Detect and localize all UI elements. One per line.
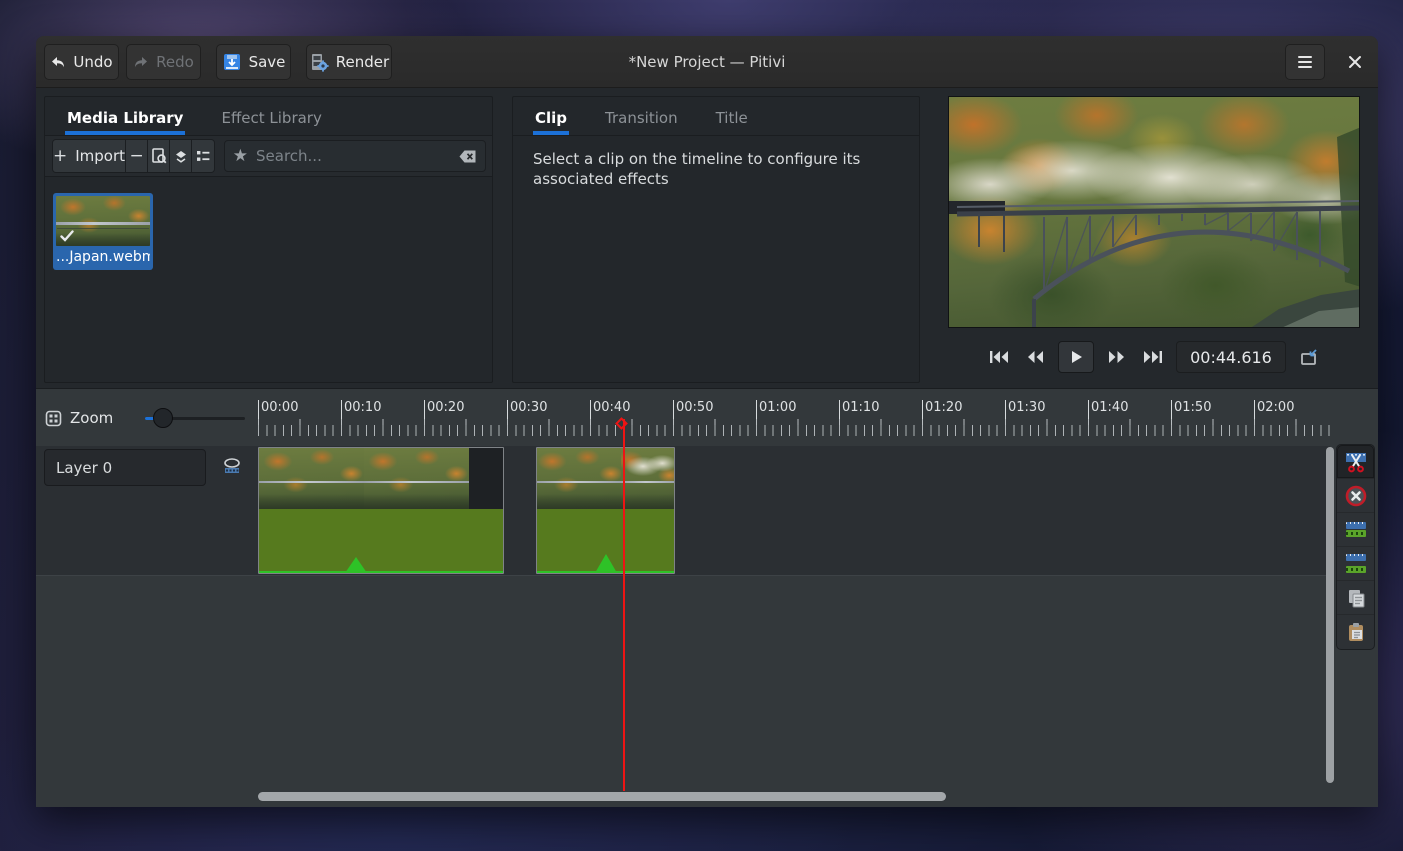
clip-config-panel: Clip Transition Title Select a clip on t… [512, 96, 920, 383]
layer-row: Layer 0 [36, 446, 1330, 576]
split-scissors-icon [1344, 450, 1368, 474]
tab-clip[interactable]: Clip [533, 97, 569, 135]
delete-icon [1345, 485, 1367, 507]
paste-icon [1345, 621, 1367, 643]
render-button[interactable]: Render [306, 44, 392, 80]
clip1-audio-track [259, 509, 503, 573]
header-bar: *New Project — Pitivi Undo Redo Save [36, 36, 1378, 88]
star-filter-icon: ★ [233, 146, 248, 166]
copy-icon [1345, 587, 1367, 609]
viewer-preview[interactable] [948, 96, 1360, 328]
minus-icon: − [129, 146, 143, 166]
layers-icon [172, 147, 190, 165]
tab-effect-library[interactable]: Effect Library [219, 97, 323, 135]
go-start-icon [988, 348, 1010, 366]
timeline-clip-1[interactable] [258, 447, 504, 574]
group-clips-button[interactable] [1337, 513, 1374, 547]
zoom-fit-icon[interactable] [45, 410, 62, 427]
play-button[interactable] [1058, 341, 1094, 373]
clear-search-icon[interactable] [458, 149, 477, 164]
timeline-ruler[interactable]: 00:00 00:10 00:20 00:30 00:40 00:50 01:0… [258, 396, 1330, 441]
save-button[interactable]: Save [216, 44, 291, 80]
copy-clips-button[interactable] [1337, 581, 1374, 615]
undo-icon [50, 54, 66, 70]
delete-clip-button[interactable] [1337, 479, 1374, 513]
menu-button[interactable] [1285, 44, 1325, 80]
group-icon [1346, 522, 1366, 537]
play-icon [1068, 349, 1084, 365]
search-box: ★ [224, 140, 486, 172]
list-view-icon [194, 147, 212, 165]
timeline-toolbar [1336, 444, 1375, 650]
list-view-button[interactable] [192, 140, 214, 172]
bridge-scene [949, 97, 1360, 328]
zoom-slider[interactable] [145, 408, 245, 428]
layer-name: Layer 0 [56, 459, 112, 477]
seek-backward-icon [1025, 348, 1045, 366]
tab-transition[interactable]: Transition [603, 97, 680, 135]
seek-forward-button[interactable] [1104, 344, 1130, 370]
undock-icon [1299, 348, 1319, 366]
layer-name-box[interactable]: Layer 0 [44, 449, 206, 486]
media-asset-name: ...Japan.webm [56, 249, 150, 265]
undo-button[interactable]: Undo [44, 44, 119, 80]
media-library-panel: Media Library Effect Library + Import − [44, 96, 493, 383]
effects-hint-text: Select a clip on the timeline to configu… [513, 136, 913, 203]
media-asset-japan-webm[interactable]: ...Japan.webm [53, 193, 153, 270]
import-button[interactable]: + Import [53, 140, 126, 172]
transport-controls [948, 340, 1360, 374]
zoom-controls: Zoom [36, 393, 258, 443]
timecode-entry[interactable] [1176, 341, 1286, 373]
clip1-video-track [259, 448, 503, 509]
pitivi-window: *New Project — Pitivi Undo Redo Save [36, 36, 1378, 807]
zoom-slider-knob[interactable] [153, 408, 173, 428]
redo-icon [133, 54, 149, 70]
tab-media-library[interactable]: Media Library [65, 97, 185, 135]
render-icon [309, 52, 329, 72]
search-input[interactable] [256, 147, 450, 165]
tab-title[interactable]: Title [714, 97, 750, 135]
seek-forward-icon [1107, 348, 1127, 366]
insert-at-end-button[interactable] [170, 140, 192, 172]
remove-asset-button[interactable]: − [126, 140, 148, 172]
playhead[interactable] [623, 419, 625, 791]
go-start-button[interactable] [986, 344, 1012, 370]
media-toolbar: + Import − [45, 136, 492, 177]
timeline-horizontal-scrollbar[interactable] [258, 792, 946, 801]
seek-backward-button[interactable] [1022, 344, 1048, 370]
timeline-clip-2[interactable] [536, 447, 675, 574]
ungroup-clips-button[interactable] [1337, 547, 1374, 581]
waveform-peak [595, 554, 617, 573]
zoom-label: Zoom [70, 409, 113, 427]
save-icon [222, 52, 242, 72]
clip-panel-tabs: Clip Transition Title [513, 97, 919, 136]
hamburger-icon [1298, 53, 1312, 71]
timeline-track[interactable] [258, 446, 1330, 576]
undock-viewer-button[interactable] [1296, 344, 1322, 370]
waveform-peak [345, 557, 367, 573]
close-button[interactable] [1339, 44, 1371, 80]
ungroup-icon [1346, 554, 1366, 573]
media-asset-thumbnail [56, 196, 150, 246]
plus-icon: + [53, 146, 67, 166]
go-end-icon [1142, 348, 1164, 366]
checkmark-icon [60, 230, 74, 242]
clip2-audio-track [537, 509, 674, 573]
clip2-video-track [537, 448, 674, 509]
media-library-tabs: Media Library Effect Library [45, 97, 492, 136]
redo-button[interactable]: Redo [126, 44, 201, 80]
clip-properties-button[interactable] [148, 140, 170, 172]
document-preview-icon [150, 147, 168, 165]
timeline-area: Zoom 00:00 00:10 00:20 00:30 00:40 00:50… [36, 388, 1378, 807]
timeline-vertical-scrollbar[interactable] [1326, 447, 1334, 783]
layer-menu-icon[interactable] [222, 456, 242, 476]
close-icon [1348, 55, 1362, 69]
paste-clips-button[interactable] [1337, 615, 1374, 649]
desktop: { "window": { "title": "*New Project — P… [0, 0, 1403, 851]
split-clip-button[interactable] [1337, 445, 1374, 479]
go-end-button[interactable] [1140, 344, 1166, 370]
